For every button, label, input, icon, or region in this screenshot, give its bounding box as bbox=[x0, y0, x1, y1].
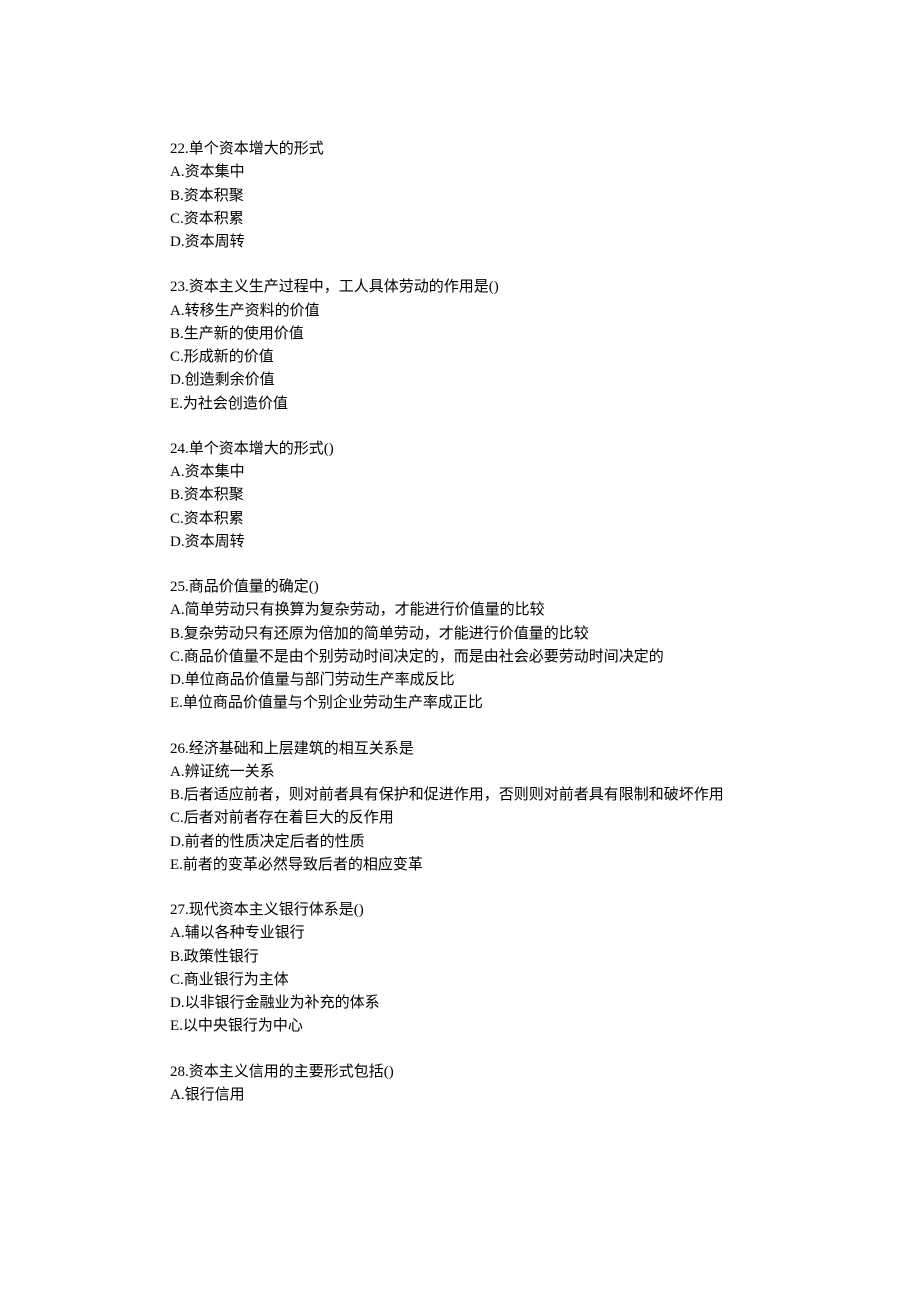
option-c: C.资本积累 bbox=[170, 508, 750, 531]
option-d: D.资本周转 bbox=[170, 531, 750, 554]
option-a: A.辨证统一关系 bbox=[170, 761, 750, 784]
option-b: B.政策性银行 bbox=[170, 946, 750, 969]
option-d: D.单位商品价值量与部门劳动生产率成反比 bbox=[170, 669, 750, 692]
question-text: 22.单个资本增大的形式 bbox=[170, 138, 750, 161]
option-e: E.单位商品价值量与个别企业劳动生产率成正比 bbox=[170, 692, 750, 715]
question-27: 27.现代资本主义银行体系是() A.辅以各种专业银行 B.政策性银行 C.商业… bbox=[170, 899, 750, 1039]
question-28: 28.资本主义信用的主要形式包括() A.银行信用 bbox=[170, 1061, 750, 1108]
option-c: C.商品价值量不是由个别劳动时间决定的，而是由社会必要劳动时间决定的 bbox=[170, 646, 750, 669]
option-c: C.商业银行为主体 bbox=[170, 969, 750, 992]
option-d: D.以非银行金融业为补充的体系 bbox=[170, 992, 750, 1015]
option-e: E.为社会创造价值 bbox=[170, 393, 750, 416]
option-c: C.资本积累 bbox=[170, 208, 750, 231]
option-d: D.创造剩余价值 bbox=[170, 369, 750, 392]
option-c: C.后者对前者存在着巨大的反作用 bbox=[170, 807, 750, 830]
question-25: 25.商品价值量的确定() A.简单劳动只有换算为复杂劳动，才能进行价值量的比较… bbox=[170, 576, 750, 716]
option-a: A.简单劳动只有换算为复杂劳动，才能进行价值量的比较 bbox=[170, 599, 750, 622]
option-a: A.辅以各种专业银行 bbox=[170, 922, 750, 945]
option-a: A.资本集中 bbox=[170, 161, 750, 184]
option-a: A.转移生产资料的价值 bbox=[170, 300, 750, 323]
option-e: E.前者的变革必然导致后者的相应变革 bbox=[170, 854, 750, 877]
question-24: 24.单个资本增大的形式() A.资本集中 B.资本积聚 C.资本积累 D.资本… bbox=[170, 438, 750, 554]
option-b: B.后者适应前者，则对前者具有保护和促进作用，否则则对前者具有限制和破坏作用 bbox=[170, 784, 750, 807]
question-text: 24.单个资本增大的形式() bbox=[170, 438, 750, 461]
option-b: B.资本积聚 bbox=[170, 185, 750, 208]
question-text: 26.经济基础和上层建筑的相互关系是 bbox=[170, 738, 750, 761]
option-a: A.银行信用 bbox=[170, 1084, 750, 1107]
option-e: E.以中央银行为中心 bbox=[170, 1015, 750, 1038]
option-b: B.复杂劳动只有还原为倍加的简单劳动，才能进行价值量的比较 bbox=[170, 623, 750, 646]
option-d: D.前者的性质决定后者的性质 bbox=[170, 831, 750, 854]
option-b: B.生产新的使用价值 bbox=[170, 323, 750, 346]
question-text: 28.资本主义信用的主要形式包括() bbox=[170, 1061, 750, 1084]
question-text: 25.商品价值量的确定() bbox=[170, 576, 750, 599]
question-22: 22.单个资本增大的形式 A.资本集中 B.资本积聚 C.资本积累 D.资本周转 bbox=[170, 138, 750, 254]
option-c: C.形成新的价值 bbox=[170, 346, 750, 369]
question-text: 27.现代资本主义银行体系是() bbox=[170, 899, 750, 922]
document-page: 22.单个资本增大的形式 A.资本集中 B.资本积聚 C.资本积累 D.资本周转… bbox=[0, 0, 920, 1107]
question-26: 26.经济基础和上层建筑的相互关系是 A.辨证统一关系 B.后者适应前者，则对前… bbox=[170, 738, 750, 878]
option-b: B.资本积聚 bbox=[170, 484, 750, 507]
question-23: 23.资本主义生产过程中，工人具体劳动的作用是() A.转移生产资料的价值 B.… bbox=[170, 276, 750, 416]
question-text: 23.资本主义生产过程中，工人具体劳动的作用是() bbox=[170, 276, 750, 299]
option-a: A.资本集中 bbox=[170, 461, 750, 484]
option-d: D.资本周转 bbox=[170, 231, 750, 254]
